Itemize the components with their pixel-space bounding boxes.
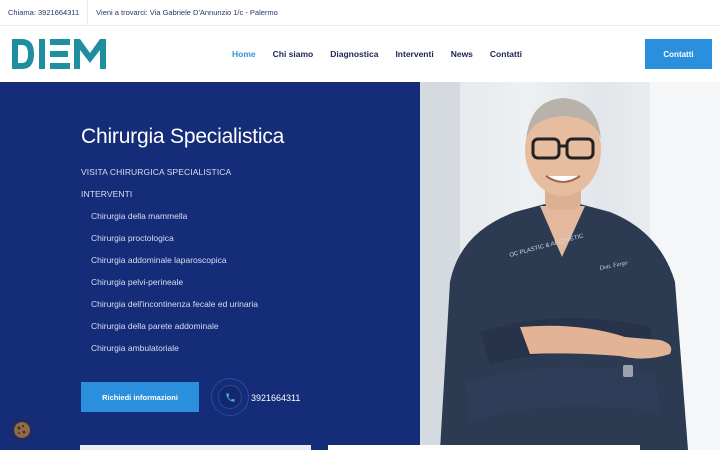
interventions-heading[interactable]: INTERVENTI bbox=[81, 189, 132, 199]
cookie-icon bbox=[10, 418, 34, 442]
content-card bbox=[80, 445, 311, 450]
hero-panel: Chirurgia Specialistica VISITA CHIRURGIC… bbox=[0, 82, 420, 450]
site-header: Home Chi siamo Diagnostica Interventi Ne… bbox=[0, 26, 720, 82]
content-card bbox=[328, 445, 640, 450]
page-title: Chirurgia Specialistica bbox=[81, 125, 285, 148]
intervention-item[interactable]: Chirurgia della parete addominale bbox=[91, 321, 258, 343]
intervention-item[interactable]: Chirurgia addominale laparoscopica bbox=[91, 255, 258, 277]
top-info-bar: Chiama: 3921664311 Vieni a trovarci: Via… bbox=[0, 0, 720, 26]
hero-section: Chirurgia Specialistica VISITA CHIRURGIC… bbox=[0, 82, 720, 450]
cookie-settings-button[interactable] bbox=[9, 417, 35, 443]
doctor-image: OC PLASTIC & AESTHETIC Dott. Fargo bbox=[420, 82, 720, 450]
topbar-address: Vieni a trovarci: Via Gabriele D'Annunzi… bbox=[87, 0, 286, 26]
main-nav: Home Chi siamo Diagnostica Interventi Ne… bbox=[232, 48, 539, 60]
diem-logo[interactable] bbox=[12, 39, 106, 69]
topbar-phone[interactable]: Chiama: 3921664311 bbox=[0, 0, 87, 26]
intervention-item[interactable]: Chirurgia dell'incontinenza fecale ed ur… bbox=[91, 299, 258, 321]
intervention-item[interactable]: Chirurgia pelvi-perineale bbox=[91, 277, 258, 299]
nav-chi-siamo[interactable]: Chi siamo bbox=[273, 48, 314, 60]
visit-link[interactable]: VISITA CHIRURGICA SPECIALISTICA bbox=[81, 167, 231, 177]
phone-icon bbox=[225, 392, 235, 402]
interventions-list: Chirurgia della mammella Chirurgia proct… bbox=[91, 211, 258, 365]
contatti-button[interactable]: Contatti bbox=[645, 39, 712, 69]
intervention-item[interactable]: Chirurgia ambulatoriale bbox=[91, 343, 258, 365]
nav-news[interactable]: News bbox=[451, 48, 473, 60]
doctor-photo: OC PLASTIC & AESTHETIC Dott. Fargo bbox=[420, 82, 720, 450]
hero-phone-number[interactable]: 3921664311 bbox=[251, 393, 300, 403]
phone-call-button[interactable] bbox=[211, 378, 249, 416]
request-info-button[interactable]: Richiedi informazioni bbox=[81, 382, 199, 412]
nav-contatti[interactable]: Contatti bbox=[490, 48, 522, 60]
intervention-item[interactable]: Chirurgia della mammella bbox=[91, 211, 258, 233]
nav-diagnostica[interactable]: Diagnostica bbox=[330, 48, 378, 60]
nav-interventi[interactable]: Interventi bbox=[395, 48, 433, 60]
nav-home[interactable]: Home bbox=[232, 48, 256, 60]
intervention-item[interactable]: Chirurgia proctologica bbox=[91, 233, 258, 255]
